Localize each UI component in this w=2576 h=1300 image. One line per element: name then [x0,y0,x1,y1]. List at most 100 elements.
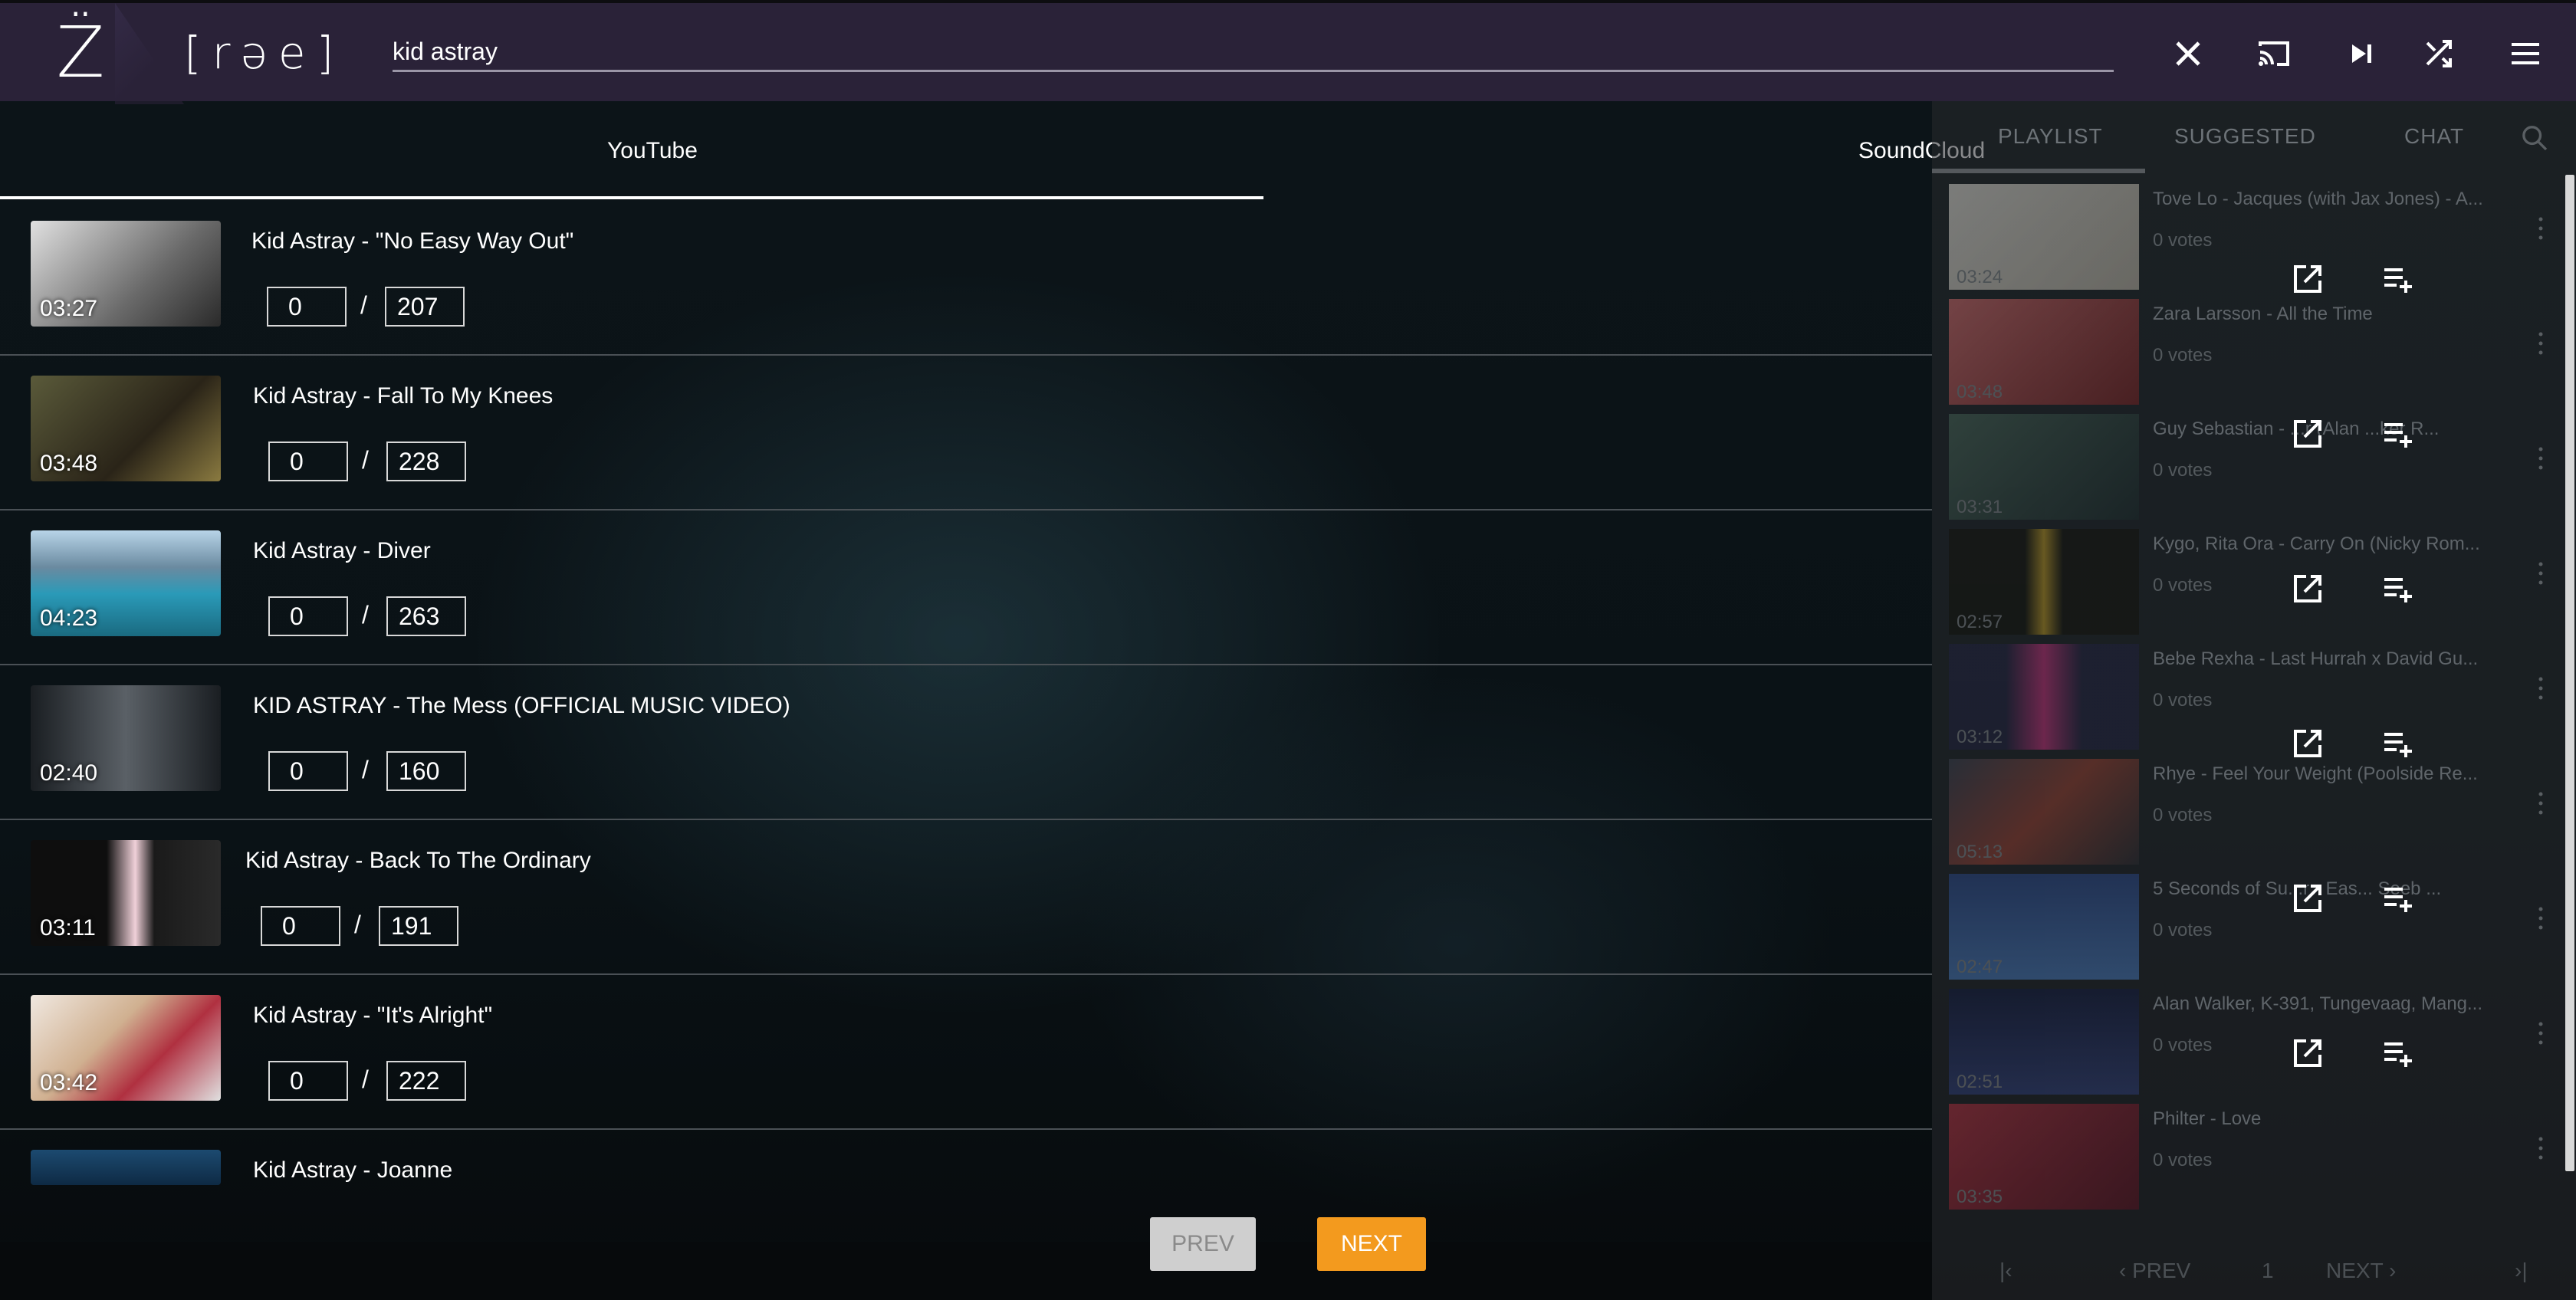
clear-search-button[interactable] [2165,31,2211,77]
skip-next-button[interactable] [2338,31,2384,77]
search-field [393,34,2114,72]
open-external-icon [2294,575,2321,602]
result-thumbnail[interactable] [31,1150,221,1185]
playlist-thumbnail: 03:24 [1949,184,2139,290]
playlist-item[interactable]: 05:13 Rhye - Feel Your Weight (Poolside … [1932,750,2568,865]
result-title: Kid Astray - Fall To My Knees [253,383,554,409]
duration: 03:48 [40,451,98,476]
add-to-playlist-button[interactable] [2380,570,2417,607]
open-external-button[interactable] [2289,725,2326,762]
playlist-thumbnail: 02:57 [1949,529,2139,635]
tab-chat[interactable]: CHAT [2404,124,2464,149]
add-to-playlist-button[interactable] [2380,880,2417,917]
open-external-button[interactable] [2289,880,2326,917]
playlist-scrollbar[interactable] [2565,175,2574,1171]
result-thumbnail[interactable]: 02:40 [31,685,221,791]
duration: 02:47 [1957,957,2003,977]
playlist-item[interactable]: 03:31 Guy Sebastian - ...r (Alan ...ker … [1932,405,2568,520]
result-thumbnail[interactable]: 03:42 [31,995,221,1101]
playlist-next-button[interactable]: NEXT › [2326,1259,2396,1283]
more-options-icon[interactable] [2532,788,2550,819]
result-row: 02:40 KID ASTRAY - The Mess (OFFICIAL MU… [0,665,1932,820]
playlist-item-votes: 0 votes [2153,690,2213,711]
tab-playlist[interactable]: PLAYLIST [1998,124,2103,149]
more-options-icon[interactable] [2532,443,2550,474]
logo-text: [rəe] [184,27,345,79]
result-thumbnail[interactable]: 03:11 [31,840,221,946]
more-options-icon[interactable] [2532,1133,2550,1164]
playlist-item[interactable]: 03:12 Bebe Rexha - Last Hurrah x David G… [1932,635,2568,750]
more-options-icon[interactable] [2532,213,2550,244]
more-options-icon[interactable] [2532,328,2550,359]
tab-suggested[interactable]: SUGGESTED [2174,124,2316,149]
first-page-icon[interactable]: |‹ [1999,1259,2013,1283]
more-options-icon[interactable] [2532,673,2550,704]
playlist-add-icon [2384,268,2412,293]
playlist-item[interactable]: 02:47 5 Seconds of Su...r - Eas... Seeb … [1932,865,2568,980]
open-external-button[interactable] [2289,570,2326,607]
add-to-playlist-button[interactable] [2380,261,2417,297]
vote-count: 0 [268,1061,348,1101]
vote-separator: / [362,446,369,474]
result-title: Kid Astray - Joanne [253,1157,453,1183]
playlist-thumbnail: 05:13 [1949,759,2139,865]
playlist-item[interactable]: 03:48 Zara Larsson - All the Time 0 vote… [1932,290,2568,405]
playlist-item-title: Alan Walker, K-391, Tungevaag, Mang... [2153,993,2483,1014]
result-thumbnail[interactable]: 03:48 [31,376,221,481]
playlist-item-votes: 0 votes [2153,805,2213,826]
add-to-playlist-button[interactable] [2380,725,2417,762]
playlist-prev-button[interactable]: ‹ PREV [2119,1259,2190,1283]
bottom-bar [0,1242,1932,1300]
more-options-icon[interactable] [2532,558,2550,589]
more-options-icon[interactable] [2532,903,2550,934]
duration: 03:31 [1957,497,2003,517]
more-options-icon[interactable] [2532,1018,2550,1049]
playlist-item[interactable]: 03:24 Tove Lo - Jacques (with Jax Jones)… [1932,175,2568,290]
playlist-thumbnail: 03:12 [1949,644,2139,750]
next-page-button[interactable]: NEXT [1317,1217,1426,1271]
search-icon[interactable] [2519,123,2550,153]
search-input[interactable] [393,34,2114,69]
queue-tabs: PLAYLIST SUGGESTED CHAT [1932,101,2576,175]
shuffle-button[interactable] [2417,31,2463,77]
playlist-thumbnail: 02:47 [1949,874,2139,980]
result-title: KID ASTRAY - The Mess (OFFICIAL MUSIC VI… [253,693,790,718]
open-external-button[interactable] [2289,1035,2326,1072]
playlist-item-title: Philter - Love [2153,1108,2262,1129]
vote-separator: / [362,601,369,629]
cast-button[interactable] [2251,31,2297,77]
result-row: 03:11 Kid Astray - Back To The Ordinary … [0,820,1932,975]
playlist-thumbnail: 03:35 [1949,1104,2139,1210]
prev-page-button[interactable]: PREV [1150,1217,1256,1271]
playlist-item[interactable]: 02:51 Alan Walker, K-391, Tungevaag, Man… [1932,980,2568,1095]
result-thumbnail[interactable]: 04:23 [31,530,221,636]
last-page-icon[interactable]: ›| [2515,1259,2528,1283]
playlist-item[interactable]: 02:57 Kygo, Rita Ora - Carry On (Nicky R… [1932,520,2568,635]
playlist-item[interactable]: 03:35 Philter - Love 0 votes [1932,1095,2568,1210]
result-thumbnail[interactable]: 03:27 [31,221,221,327]
result-row: 03:27 Kid Astray - "No Easy Way Out" 0 /… [0,201,1932,356]
vote-count: 0 [267,287,347,327]
duration: 03:24 [1957,267,2003,287]
logo-shade [115,3,184,104]
add-to-playlist-button[interactable] [2380,1035,2417,1072]
shuffle-icon [2426,40,2452,67]
duration: 03:48 [1957,382,2003,402]
playlist-page-number: 1 [2262,1259,2274,1282]
open-external-button[interactable] [2289,415,2326,452]
tab-youtube[interactable]: YouTube [607,132,698,170]
result-row: 04:23 Kid Astray - Diver 0 / 263 [0,510,1932,665]
vote-count: 0 [261,906,340,946]
open-external-button[interactable] [2289,261,2326,297]
total-seconds: 191 [379,906,458,946]
duration: 05:13 [1957,842,2003,862]
playlist-item-title: Kygo, Rita Ora - Carry On (Nicky Rom... [2153,533,2480,554]
playlist-item-title: Bebe Rexha - Last Hurrah x David Gu... [2153,648,2479,669]
menu-button[interactable] [2502,31,2548,77]
duration: 02:57 [1957,612,2003,632]
add-to-playlist-button[interactable] [2380,415,2417,452]
cast-icon [2259,41,2289,66]
playlist-add-icon [2384,888,2412,912]
result-title: Kid Astray - Back To The Ordinary [245,848,591,873]
duration: 03:27 [40,296,98,321]
